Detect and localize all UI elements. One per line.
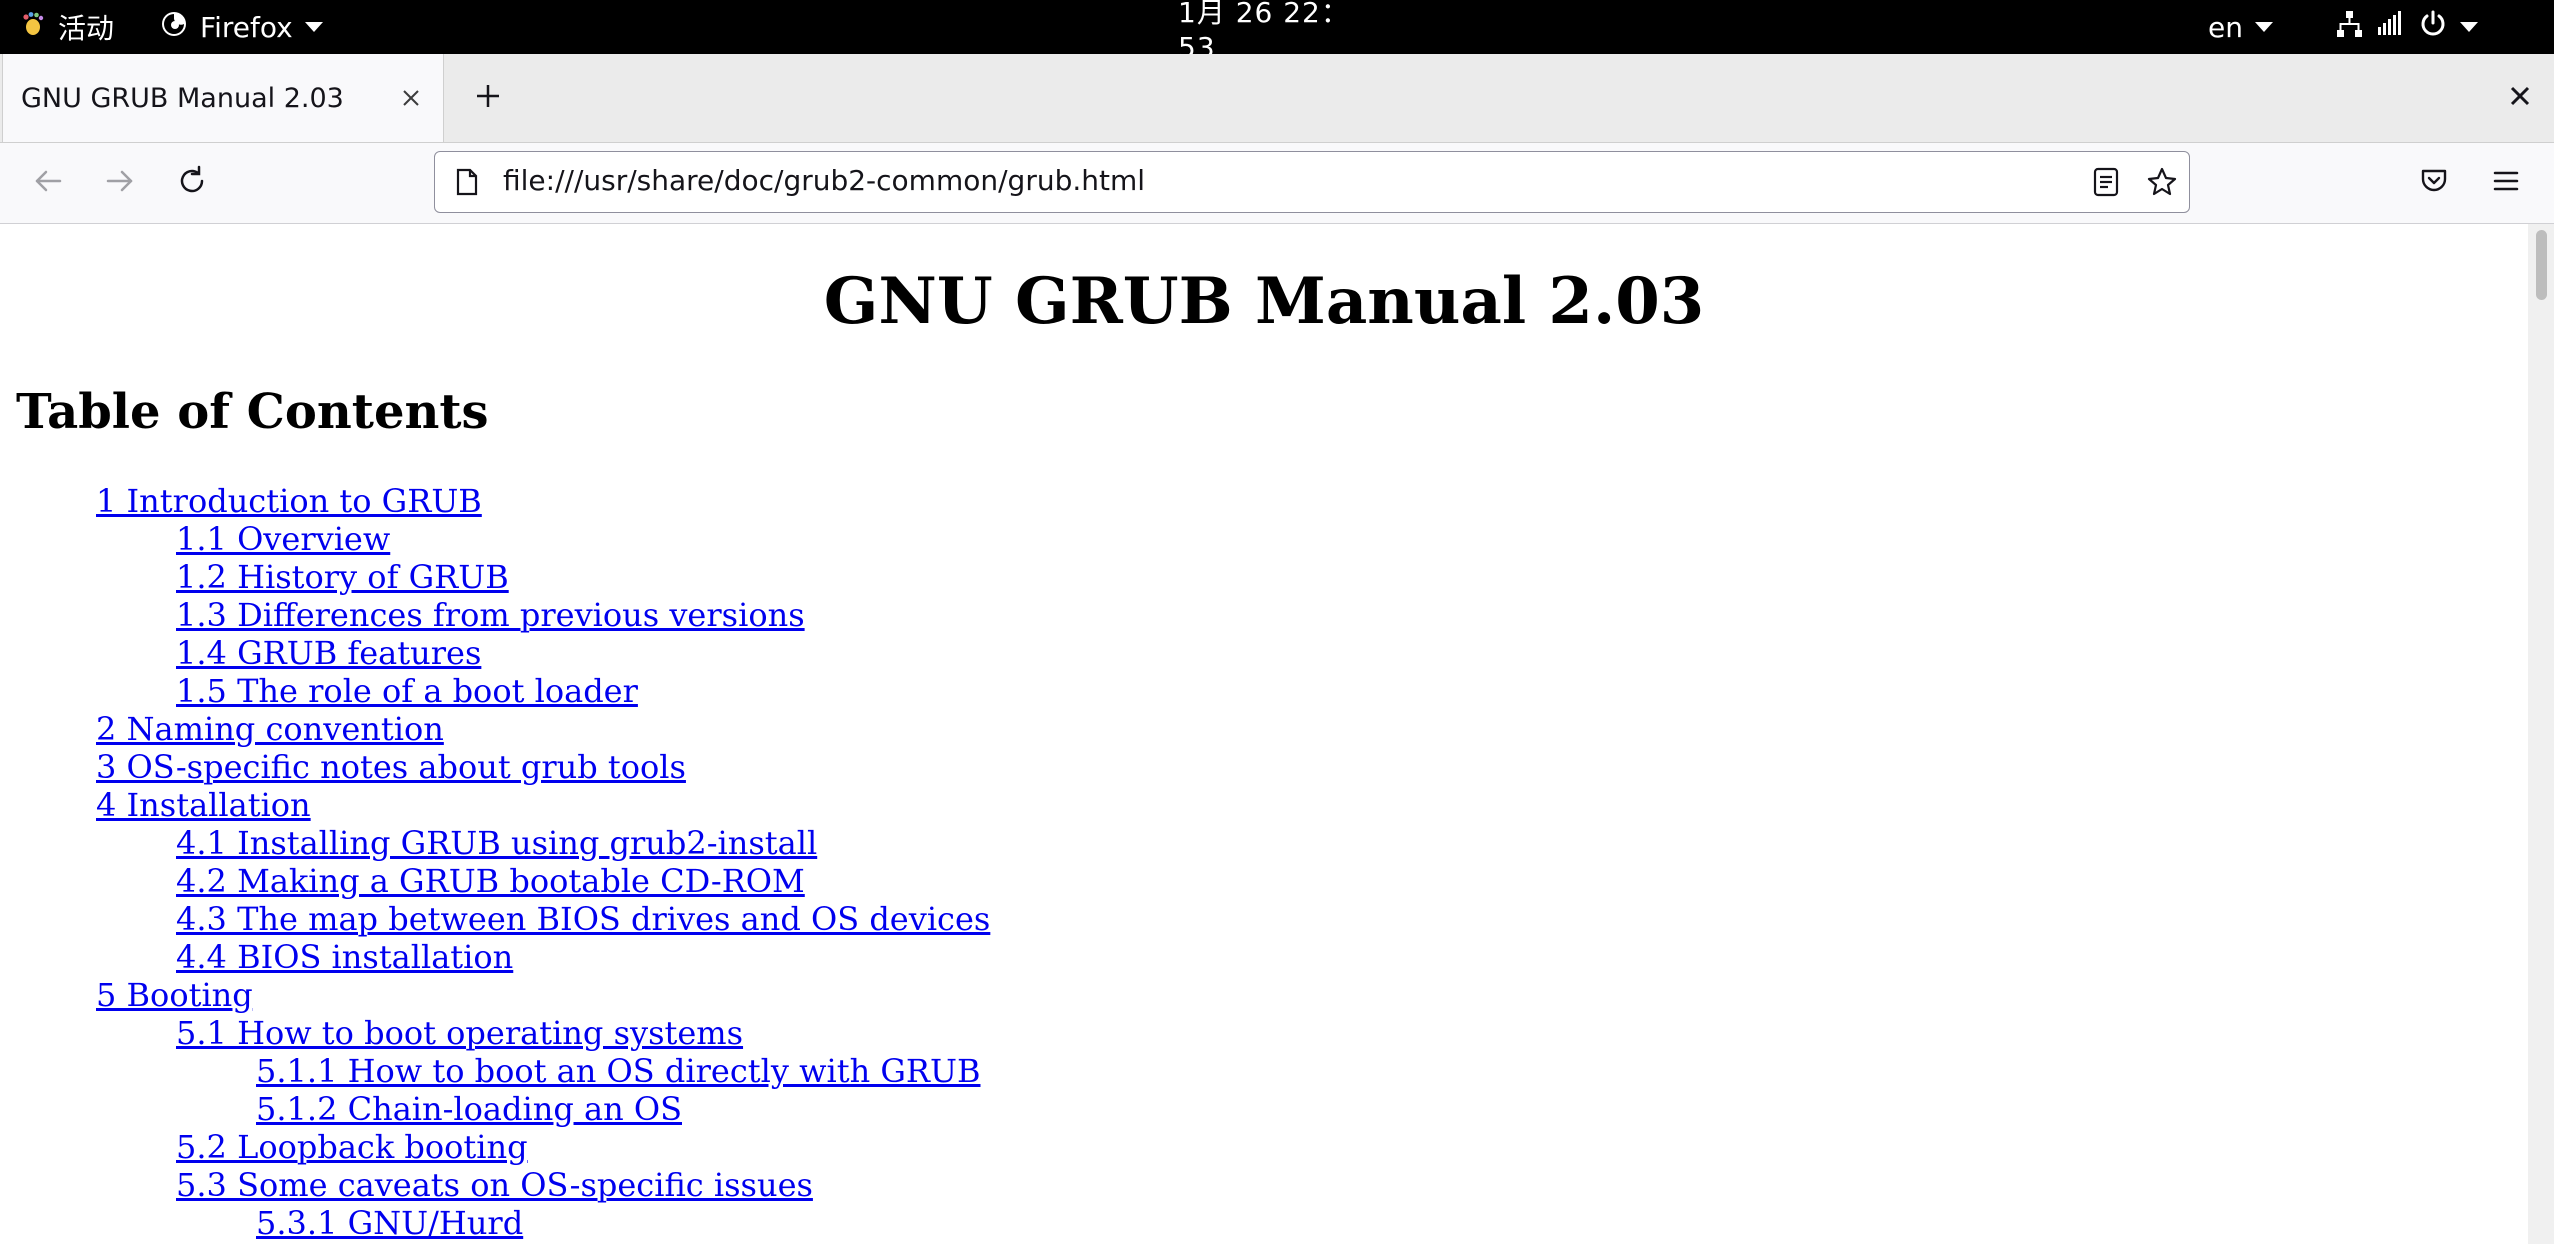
navigation-toolbar: file:///usr/share/doc/grub2-common/grub.… bbox=[0, 143, 2554, 224]
toc-link[interactable]: 4.4 BIOS installation bbox=[176, 938, 513, 976]
app-menu-firefox[interactable]: Firefox bbox=[160, 0, 323, 54]
os-top-bar: 活动 Firefox 1月 26 22：53 en bbox=[0, 0, 2554, 64]
toc-heading: Table of Contents bbox=[16, 384, 489, 440]
reload-icon bbox=[176, 165, 208, 201]
toc-link[interactable]: 4.1 Installing GRUB using grub2-install bbox=[176, 824, 817, 862]
tab-title: GNU GRUB Manual 2.03 bbox=[21, 82, 344, 114]
toc-link[interactable]: 1.3 Differences from previous versions bbox=[176, 596, 805, 634]
pocket-button[interactable] bbox=[2410, 159, 2458, 207]
toc-link[interactable]: 4 Installation bbox=[96, 786, 311, 824]
toc-link[interactable]: 4.3 The map between BIOS drives and OS d… bbox=[176, 900, 990, 938]
star-icon[interactable] bbox=[2143, 163, 2181, 201]
network-icon bbox=[2334, 9, 2364, 46]
toc-link[interactable]: 1.2 History of GRUB bbox=[176, 558, 509, 596]
toc-link[interactable]: 1.5 The role of a boot loader bbox=[176, 672, 638, 710]
reader-view-icon[interactable] bbox=[2087, 163, 2125, 201]
reload-button[interactable] bbox=[168, 159, 216, 207]
toc-link[interactable]: 5.1.2 Chain-loading an OS bbox=[256, 1090, 682, 1128]
url-text[interactable]: file:///usr/share/doc/grub2-common/grub.… bbox=[503, 164, 1145, 197]
tab-bar: GNU GRUB Manual 2.03 bbox=[0, 54, 2554, 143]
back-arrow-icon bbox=[33, 166, 63, 200]
system-status-menu[interactable] bbox=[2334, 0, 2478, 54]
back-button[interactable] bbox=[24, 159, 72, 207]
plus-icon bbox=[475, 83, 501, 113]
pocket-icon bbox=[2419, 166, 2449, 200]
forward-button[interactable] bbox=[96, 159, 144, 207]
open-menu-button[interactable] bbox=[2482, 159, 2530, 207]
toc-link[interactable]: 1 Introduction to GRUB bbox=[96, 482, 482, 520]
gnome-foot-icon bbox=[20, 11, 46, 44]
page-content: GNU GRUB Manual 2.03 Table of Contents 1… bbox=[0, 224, 2528, 1244]
toc-link[interactable]: 2 Naming convention bbox=[96, 710, 444, 748]
app-menu-label: Firefox bbox=[200, 10, 293, 44]
hamburger-menu-icon bbox=[2492, 169, 2520, 197]
address-bar[interactable]: file:///usr/share/doc/grub2-common/grub.… bbox=[434, 151, 2190, 213]
vertical-scrollbar[interactable] bbox=[2528, 224, 2554, 1244]
toc-link[interactable]: 5.1.1 How to boot an OS directly with GR… bbox=[256, 1052, 980, 1090]
firefox-icon bbox=[160, 10, 188, 45]
new-tab-button[interactable] bbox=[468, 78, 508, 118]
tab-close-icon[interactable] bbox=[395, 82, 427, 114]
volume-icon bbox=[2376, 9, 2406, 46]
toc-link[interactable]: 3 OS-specific notes about grub tools bbox=[96, 748, 686, 786]
activities-button[interactable]: 活动 bbox=[20, 0, 114, 54]
clock[interactable]: 1月 26 22：53 bbox=[1178, 0, 1378, 64]
page-icon bbox=[451, 166, 483, 198]
toc-link[interactable]: 5.3.1 GNU/Hurd bbox=[256, 1204, 523, 1242]
page-title: GNU GRUB Manual 2.03 bbox=[823, 264, 1705, 339]
toc-link[interactable]: 5.2 Loopback booting bbox=[176, 1128, 528, 1166]
activities-label: 活动 bbox=[58, 12, 115, 45]
toc-link[interactable]: 5.3 Some caveats on OS-specific issues bbox=[176, 1166, 813, 1204]
chevron-down-icon bbox=[2460, 22, 2478, 32]
toc-link[interactable]: 5 Booting bbox=[96, 976, 253, 1014]
toc-link[interactable]: 1.4 GRUB features bbox=[176, 634, 481, 672]
toc-link[interactable]: 4.2 Making a GRUB bootable CD-ROM bbox=[176, 862, 805, 900]
input-language-menu[interactable]: en bbox=[2208, 0, 2273, 54]
chevron-down-icon bbox=[2254, 22, 2273, 32]
window-close-button[interactable] bbox=[2500, 78, 2540, 118]
chevron-down-icon bbox=[304, 22, 323, 32]
input-language-label: en bbox=[2208, 10, 2243, 44]
scrollbar-thumb[interactable] bbox=[2536, 230, 2547, 300]
toc-link[interactable]: 1.1 Overview bbox=[176, 520, 390, 558]
tab-grub-manual[interactable]: GNU GRUB Manual 2.03 bbox=[2, 54, 444, 142]
power-icon bbox=[2418, 9, 2448, 46]
close-icon bbox=[2510, 86, 2530, 110]
forward-arrow-icon bbox=[105, 166, 135, 200]
toc-link[interactable]: 5.1 How to boot operating systems bbox=[176, 1014, 743, 1052]
